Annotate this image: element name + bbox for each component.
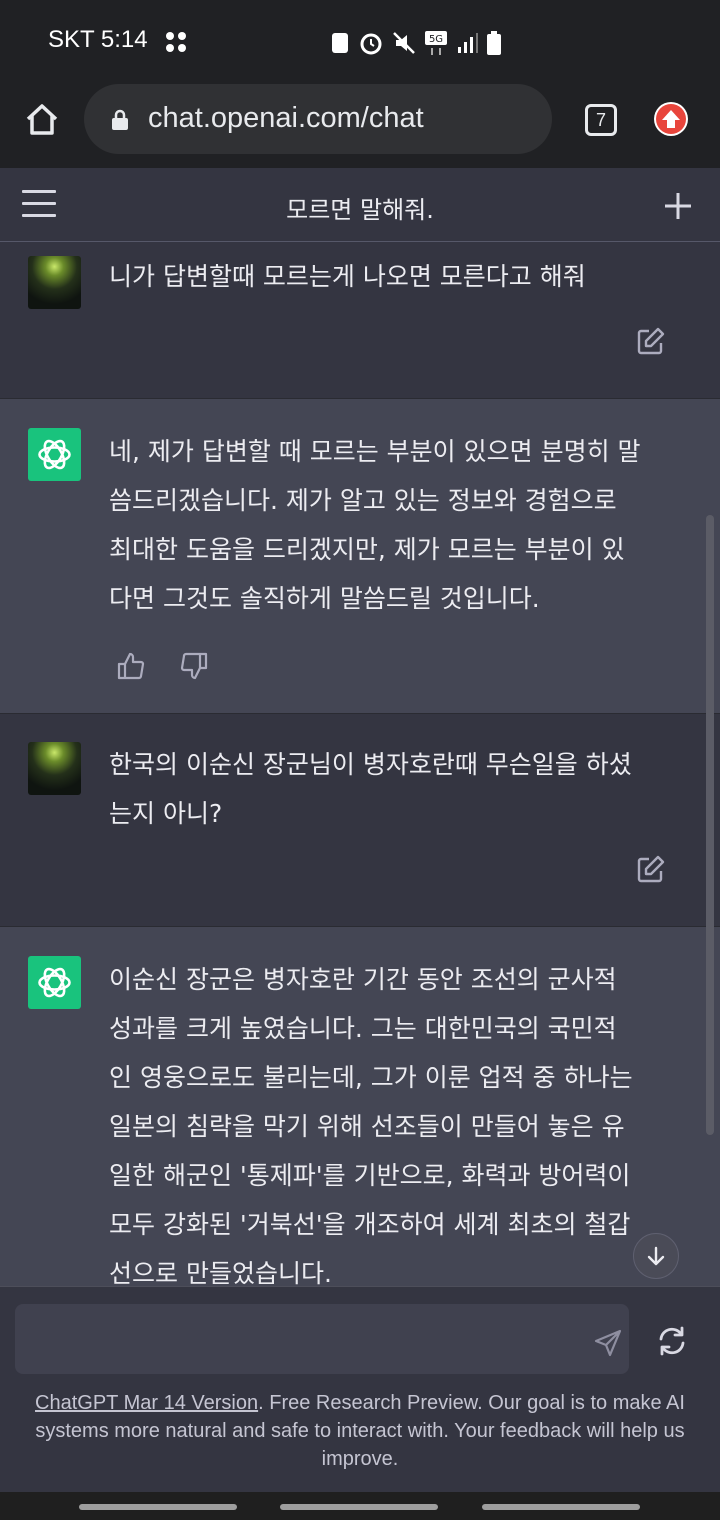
- nav-handle[interactable]: [79, 1504, 237, 1510]
- lock-icon: [112, 109, 128, 130]
- system-nav-bar: [0, 1492, 720, 1520]
- composer: ChatGPT Mar 14 Version. Free Research Pr…: [0, 1286, 720, 1493]
- openai-logo-icon: [28, 428, 81, 481]
- edit-icon[interactable]: [636, 854, 666, 884]
- nav-handle[interactable]: [482, 1504, 640, 1510]
- carrier-time: SKT 5:14: [48, 26, 148, 53]
- page-title: 모르면 말해줘.: [286, 196, 434, 224]
- arrow-down-icon: [647, 1246, 665, 1266]
- svg-text:5G: 5G: [429, 34, 443, 45]
- data-saver-icon: [166, 32, 186, 52]
- tabs-button[interactable]: 7: [585, 104, 617, 136]
- status-bar: SKT 5:14 5G: [0, 0, 720, 86]
- message-text: 네, 제가 답변할 때 모르는 부분이 있으면 분명히 말 씀드리겠습니다. 제…: [109, 437, 641, 613]
- message-text: 이순신 장군은 병자호란 기간 동안 조선의 군사적 성과를 크게 높였습니다.…: [109, 965, 633, 1288]
- send-icon[interactable]: [593, 1328, 623, 1358]
- home-icon[interactable]: [22, 100, 62, 140]
- message-text: 니가 답변할때 모르는게 나오면 모른다고 해줘: [109, 262, 586, 291]
- avatar: [28, 256, 81, 309]
- scroll-down-button[interactable]: [633, 1233, 679, 1279]
- regenerate-icon[interactable]: [656, 1325, 688, 1357]
- network-5g-icon: 5G: [425, 31, 447, 55]
- upload-arrow-icon[interactable]: [654, 102, 688, 136]
- mute-icon: [393, 32, 415, 54]
- battery-icon: [487, 31, 501, 55]
- signal-icon: [458, 33, 478, 53]
- status-icons: 5G: [330, 30, 502, 56]
- version-link[interactable]: ChatGPT Mar 14 Version: [35, 1392, 258, 1414]
- nav-handle[interactable]: [280, 1504, 438, 1510]
- thumbs-up-icon[interactable]: [116, 651, 146, 681]
- plus-icon[interactable]: [662, 190, 694, 222]
- message-text: 한국의 이순신 장군님이 병자호란때 무슨일을 하셨 는지 아니?: [109, 750, 632, 828]
- url-text: chat.openai.com/chat: [148, 102, 424, 134]
- message-input[interactable]: [31, 1318, 575, 1360]
- footer-disclaimer: ChatGPT Mar 14 Version. Free Research Pr…: [35, 1392, 685, 1470]
- alarm-icon: [360, 33, 382, 55]
- assistant-message: 이순신 장군은 병자호란 기간 동안 조선의 군사적 성과를 크게 높였습니다.…: [0, 926, 720, 1288]
- chat-header: 모르면 말해줘.: [0, 168, 720, 242]
- avatar: [28, 742, 81, 795]
- thumbs-down-icon[interactable]: [179, 651, 209, 681]
- edit-icon[interactable]: [636, 326, 666, 356]
- recycle-icon: [332, 33, 348, 53]
- openai-logo-icon: [28, 956, 81, 1009]
- address-bar[interactable]: chat.openai.com/chat: [84, 84, 552, 154]
- assistant-message: 네, 제가 답변할 때 모르는 부분이 있으면 분명히 말 씀드리겠습니다. 제…: [0, 398, 720, 714]
- message-input-box[interactable]: [15, 1304, 629, 1374]
- user-message: 니가 답변할때 모르는게 나오면 모른다고 해줘: [0, 242, 720, 398]
- scrollbar[interactable]: [706, 515, 714, 1135]
- user-message: 한국의 이순신 장군님이 병자호란때 무슨일을 하셨 는지 아니?: [0, 714, 720, 926]
